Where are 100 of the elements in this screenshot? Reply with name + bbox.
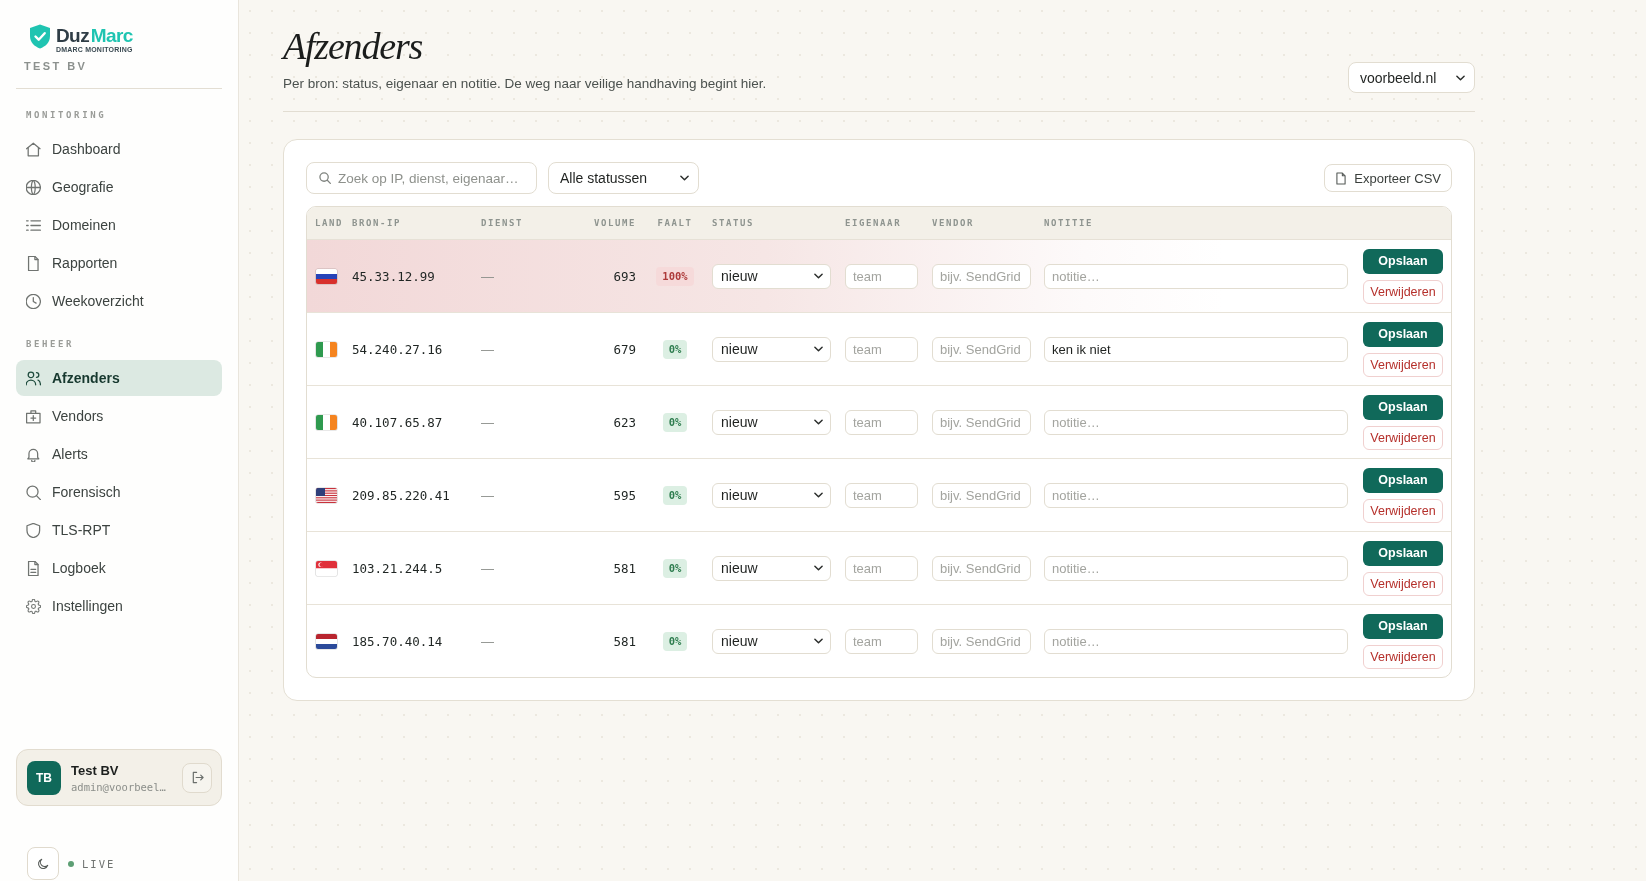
delete-button[interactable]: Verwijderen (1363, 425, 1443, 450)
fail-rate-badge: 0% (662, 559, 688, 578)
vendor-field[interactable]: bijv. SendGrid (932, 336, 1031, 362)
service-value: — (481, 488, 494, 503)
bell-icon (26, 446, 41, 462)
save-button[interactable]: Opslaan (1363, 394, 1443, 420)
status-select[interactable]: nieuw (712, 482, 831, 508)
house-icon (26, 141, 41, 157)
fail-rate-badge: 0% (662, 413, 688, 432)
service-value: — (481, 634, 494, 649)
note-field[interactable]: ken ik niet (1044, 336, 1348, 362)
fail-rate-badge: 100% (656, 267, 694, 286)
owner-field[interactable]: team (845, 263, 918, 289)
users-icon (26, 370, 41, 386)
document-icon (26, 255, 41, 271)
owner-field[interactable]: team (845, 336, 918, 362)
shield-icon (26, 522, 41, 538)
ip-address: 103.21.244.5 (352, 561, 443, 576)
owner-field[interactable]: team (845, 482, 918, 508)
chevron-icon (814, 492, 823, 498)
organization-name: TEST BV (24, 60, 89, 73)
note-field[interactable]: notitie… (1044, 263, 1348, 289)
search-field[interactable]: Zoek op IP, dienst, eigenaar… (306, 162, 537, 194)
save-button[interactable]: Opslaan (1363, 613, 1443, 639)
status-select[interactable]: nieuw (712, 409, 831, 435)
nav-item[interactable]: Logboek (16, 550, 222, 586)
delete-button[interactable]: Verwijderen (1363, 279, 1443, 304)
note-field[interactable]: notitie… (1044, 628, 1348, 654)
nav-item[interactable]: Instellingen (16, 588, 222, 624)
volume-value: 581 (613, 634, 636, 649)
vendor-field[interactable]: bijv. SendGrid (932, 482, 1031, 508)
column-header: STATUS (712, 218, 755, 228)
status-select[interactable]: nieuw (712, 336, 831, 362)
user-name: Test BV (71, 762, 120, 778)
column-header: LAND (315, 218, 344, 228)
section-label: MONITORING (25, 109, 108, 121)
avatar: TB (27, 760, 61, 795)
delete-button[interactable]: Verwijderen (1363, 352, 1443, 377)
owner-field[interactable]: team (845, 628, 918, 654)
vendor-field[interactable]: bijv. SendGrid (932, 555, 1031, 581)
nav-item[interactable]: Domeinen (16, 207, 222, 243)
nav-item[interactable]: Rapporten (16, 245, 222, 281)
nav-item[interactable]: Dashboard (16, 131, 222, 167)
owner-field[interactable]: team (845, 409, 918, 435)
nav-item[interactable]: Weekoverzicht (16, 283, 222, 319)
section-label: BEHEER (25, 338, 76, 350)
save-button[interactable]: Opslaan (1363, 467, 1443, 493)
logout-button[interactable] (182, 762, 212, 793)
vendor-field[interactable]: bijv. SendGrid (932, 263, 1031, 289)
status-select[interactable]: nieuw (712, 263, 831, 289)
nav-item[interactable]: Forensisch (16, 474, 222, 510)
fail-rate-badge: 0% (662, 340, 688, 359)
owner-field[interactable]: team (845, 555, 918, 581)
ip-address: 185.70.40.14 (352, 634, 443, 649)
document-icon (1336, 171, 1347, 185)
status-filter-select[interactable]: Alle statussen (548, 162, 699, 194)
volume-value: 679 (613, 342, 636, 357)
logout-icon (190, 771, 204, 784)
save-button[interactable]: Opslaan (1363, 540, 1443, 566)
volume-value: 623 (613, 415, 636, 430)
theme-toggle-button[interactable] (27, 847, 59, 880)
user-email: admin@voorbeel… (71, 780, 166, 793)
domain-select[interactable]: voorbeeld.nl (1348, 62, 1475, 93)
globe-icon (26, 179, 41, 195)
chevron-icon (1456, 74, 1465, 81)
delete-button[interactable]: Verwijderen (1363, 498, 1443, 523)
save-button[interactable]: Opslaan (1363, 321, 1443, 347)
nav-item[interactable]: TLS-RPT (16, 512, 222, 548)
logo-wordmark: DuzMarc (56, 26, 133, 45)
delete-button[interactable]: Verwijderen (1363, 571, 1443, 596)
volume-value: 693 (613, 269, 636, 284)
save-button[interactable]: Opslaan (1363, 248, 1443, 274)
status-select[interactable]: nieuw (712, 628, 831, 654)
clock-icon (26, 293, 41, 309)
delete-button[interactable]: Verwijderen (1363, 644, 1443, 669)
live-label: LIVE (82, 857, 116, 870)
note-field[interactable]: notitie… (1044, 409, 1348, 435)
nav-item[interactable]: Afzenders (16, 360, 222, 396)
flag-icon (316, 487, 337, 503)
settings-icon (26, 598, 41, 614)
nav-item[interactable]: Geografie (16, 169, 222, 205)
fail-rate-badge: 0% (662, 632, 688, 651)
column-header: FAALT (657, 218, 693, 228)
chevron-icon (814, 419, 823, 425)
flag-icon (316, 268, 337, 284)
nav-item[interactable]: Vendors (16, 398, 222, 434)
search-icon (319, 172, 331, 184)
status-select[interactable]: nieuw (712, 555, 831, 581)
vendor-field[interactable]: bijv. SendGrid (932, 409, 1031, 435)
note-field[interactable]: notitie… (1044, 555, 1348, 581)
service-value: — (481, 415, 494, 430)
fail-rate-badge: 0% (662, 486, 688, 505)
nav-item[interactable]: Alerts (16, 436, 222, 472)
flag-icon (316, 341, 337, 357)
export-button[interactable]: Exporteer CSV (1324, 164, 1452, 192)
service-value: — (481, 269, 494, 284)
ip-address: 45.33.12.99 (352, 269, 435, 284)
note-field[interactable]: notitie… (1044, 482, 1348, 508)
column-header: BRON-IP (352, 218, 402, 228)
vendor-field[interactable]: bijv. SendGrid (932, 628, 1031, 654)
